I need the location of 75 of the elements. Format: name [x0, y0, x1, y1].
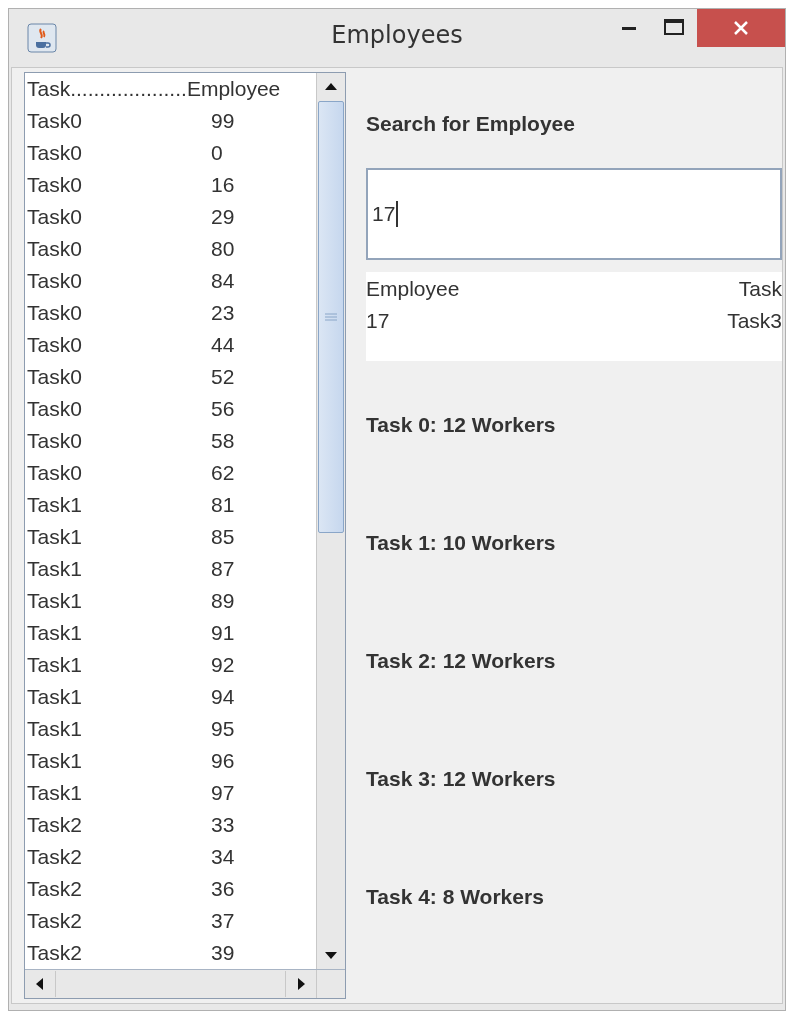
employee-cell: 34: [211, 845, 235, 869]
column-header: Task....................: [26, 77, 187, 101]
table-cell-text: 17: [366, 307, 390, 334]
task-cell-text: Task0: [26, 397, 83, 421]
employee-cell: 80: [211, 237, 235, 261]
task-cell-text: Task0: [26, 205, 83, 229]
employee-cell: 44: [211, 333, 235, 357]
task-cell-text: Task1: [26, 589, 83, 613]
employee-cell: 16: [211, 173, 235, 197]
employee-cell: 52: [211, 365, 235, 389]
worker-count-label: Task 4: 8 Workers: [366, 885, 545, 910]
employee-cell: 29: [211, 205, 235, 229]
vertical-scrollbar[interactable]: [316, 73, 345, 969]
task-cell-text: Task2: [26, 941, 83, 965]
employee-cell: 97: [211, 781, 235, 805]
employee-cell: 23: [211, 301, 235, 325]
task-cell-text: Task0: [26, 429, 83, 453]
task-cell-text: Task0: [26, 365, 83, 389]
employee-cell: 87: [211, 557, 235, 581]
task-cell-text: Task0: [26, 269, 83, 293]
close-icon: [733, 20, 749, 36]
java-cup-icon: [27, 23, 57, 53]
task-cell-text: Task1: [26, 685, 83, 709]
employee-cell: 89: [211, 589, 235, 613]
maximize-icon[interactable]: [663, 17, 685, 37]
table-cell-text: Task3: [727, 307, 782, 334]
task-cell-text: Task1: [26, 749, 83, 773]
employee-cell: 85: [211, 525, 235, 549]
employee-cell: 84: [211, 269, 235, 293]
employee-cell: 95: [211, 717, 235, 741]
employee-cell: 0: [211, 141, 223, 165]
task-cell-text: Task0: [26, 461, 83, 485]
employee-cell: 58: [211, 429, 235, 453]
worker-count-label: Task 3: 12 Workers: [366, 767, 557, 792]
scrollbar-thumb[interactable]: [318, 101, 344, 533]
employee-cell: 37: [211, 909, 235, 933]
search-label: Search for Employee: [366, 112, 576, 137]
employee-cell: 56: [211, 397, 235, 421]
task-cell-text: Task0: [26, 301, 83, 325]
worker-count-label: Task 1: 10 Workers: [366, 531, 557, 556]
worker-count-label: Task 0: 12 Workers: [366, 413, 557, 438]
task-cell-text: Task1: [26, 621, 83, 645]
task-cell-text: Task0: [26, 109, 83, 133]
employee-cell: 33: [211, 813, 235, 837]
task-cell-text: Task1: [26, 781, 83, 805]
employee-cell: 81: [211, 493, 235, 517]
task-cell-text: Task1: [26, 493, 83, 517]
employee-cell: 96: [211, 749, 235, 773]
grip-icon: [324, 313, 338, 321]
task-cell-text: Task1: [26, 653, 83, 677]
employee-cell: 91: [211, 621, 235, 645]
task-cell-text: Task2: [26, 877, 83, 901]
employee-cell: 99: [211, 109, 235, 133]
column-header: Task: [738, 275, 782, 302]
employee-cell: 36: [211, 877, 235, 901]
column-header: Employee: [366, 275, 460, 302]
task-cell-text: Task2: [26, 813, 83, 837]
employee-cell: 94: [211, 685, 235, 709]
column-header: Employee: [186, 77, 281, 101]
horizontal-scrollbar[interactable]: [25, 969, 345, 998]
task-cell-text: Task2: [26, 845, 83, 869]
task-cell-text: Task0: [26, 173, 83, 197]
task-cell-text: Task1: [26, 557, 83, 581]
task-cell-text: Task0: [26, 237, 83, 261]
worker-count-label: Task 2: 12 Workers: [366, 649, 557, 674]
window-title: Employees: [331, 21, 463, 49]
task-cell-text: Task0: [26, 333, 83, 357]
employee-cell: 92: [211, 653, 235, 677]
employee-cell: 62: [211, 461, 235, 485]
employee-cell: 39: [211, 941, 235, 965]
search-field[interactable]: 17: [366, 167, 782, 260]
task-cell-text: Task2: [26, 909, 83, 933]
task-cell-text: Task1: [26, 525, 83, 549]
task-cell-text: Task0: [26, 141, 83, 165]
task-cell-text: Task1: [26, 717, 83, 741]
